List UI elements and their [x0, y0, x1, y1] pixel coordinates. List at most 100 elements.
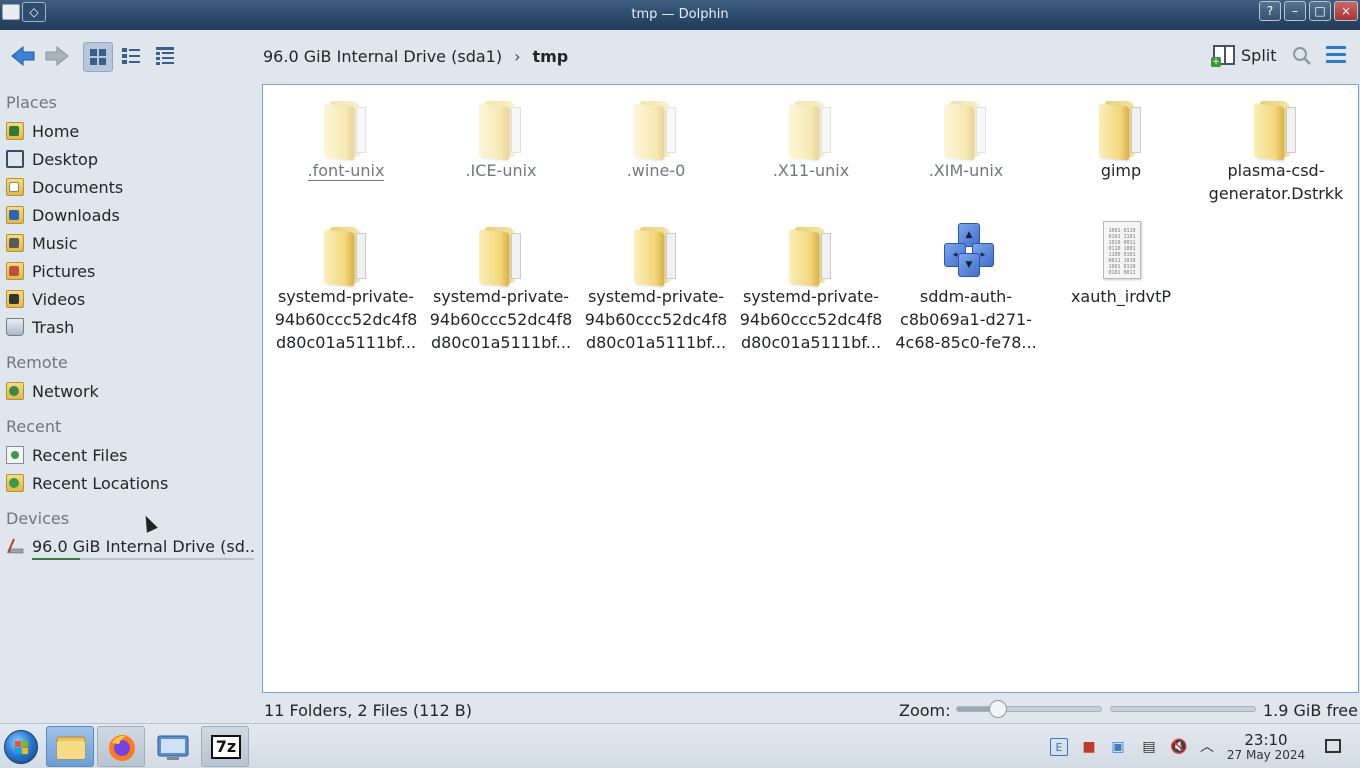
show-desktop-icon[interactable] — [1325, 739, 1341, 753]
folder-icon — [630, 93, 682, 161]
hamburger-menu-button[interactable] — [1326, 46, 1346, 64]
sidebar-item-trash[interactable]: Trash — [6, 314, 256, 340]
free-space-label: 1.9 GiB free — [1263, 701, 1358, 720]
folder-item[interactable]: .XIM-unix — [891, 93, 1041, 182]
sidebar-item-network[interactable]: Network — [6, 378, 256, 404]
folder-item[interactable]: systemd-private-94b60ccc52dc4f8d80c01a51… — [426, 219, 576, 354]
sidebar-item-pictures[interactable]: Pictures — [6, 258, 256, 284]
compact-view-icon — [122, 48, 140, 64]
7zip-icon: 7z — [211, 735, 241, 759]
folder-item[interactable]: .ICE-unix — [426, 93, 576, 182]
sidebar-item-desktop[interactable]: Desktop — [6, 146, 256, 172]
sidebar-item-recent-files[interactable]: Recent Files — [6, 442, 256, 468]
sidebar-item-documents[interactable]: Documents — [6, 174, 256, 200]
sidebar-item-internal-drive[interactable]: 96.0 GiB Internal Drive (sd... — [6, 532, 256, 560]
sidebar-item-label: Pictures — [32, 261, 96, 281]
help-button[interactable]: ? — [1259, 1, 1281, 21]
red-app-icon[interactable]: ■ — [1080, 738, 1098, 756]
split-button[interactable]: + Split — [1211, 45, 1276, 67]
breadcrumb-separator-icon[interactable]: › — [514, 47, 520, 66]
folder-item[interactable]: .X11-unix — [736, 93, 886, 182]
taskbar-firefox[interactable] — [97, 726, 145, 767]
devices-heading: Devices — [6, 509, 70, 528]
sidebar-item-home[interactable]: Home — [6, 118, 256, 144]
zoom-label: Zoom: — [899, 701, 951, 720]
file-item[interactable]: ▲ ◂ ▸ ▼ sddm-auth-c8b069a1-d271-4c68-85c0-fe… — [891, 219, 1041, 354]
places-heading: Places — [6, 93, 57, 112]
music-folder-icon — [6, 234, 24, 252]
taskbar-file-manager[interactable] — [46, 726, 94, 767]
folder-item[interactable]: .font-unix — [271, 93, 421, 182]
forward-button[interactable] — [42, 44, 72, 72]
breadcrumb: 96.0 GiB Internal Drive (sda1) › tmp — [263, 47, 568, 66]
sidebar-item-videos[interactable]: Videos — [6, 286, 256, 312]
volume-muted-icon[interactable]: 🔇 — [1170, 738, 1188, 756]
search-button[interactable] — [1292, 46, 1312, 71]
file-name-label: .wine-0 — [626, 161, 686, 180]
zoom-slider[interactable] — [956, 700, 1102, 718]
downloads-folder-icon — [6, 206, 24, 224]
folder-item[interactable]: .wine-0 — [581, 93, 731, 182]
sidebar-item-label: 96.0 GiB Internal Drive (sd... — [32, 536, 256, 556]
status-summary: 11 Folders, 2 Files (112 B) — [264, 701, 472, 720]
firefox-icon — [109, 735, 135, 761]
breadcrumb-current[interactable]: tmp — [532, 47, 568, 66]
sidebar-item-label: Recent Files — [32, 445, 128, 465]
zoom-slider-handle[interactable] — [988, 700, 1007, 718]
icons-view-icon — [90, 49, 106, 65]
file-view[interactable]: .font-unix .ICE-unix .wine-0 .X11-unix .XIM-… — [262, 84, 1359, 693]
network-folder-icon — [6, 382, 24, 400]
forward-arrow-icon — [45, 45, 69, 67]
compact-view-button[interactable] — [117, 42, 147, 72]
sidebar-item-label: Downloads — [32, 205, 120, 225]
folder-item[interactable]: gimp — [1046, 93, 1196, 182]
taskbar-7zip[interactable]: 7z — [201, 726, 249, 767]
file-item[interactable]: 1001 0110 0101 1101 1010 0011 0110 1001 1100… — [1046, 219, 1196, 308]
e-icon[interactable]: E — [1050, 738, 1068, 756]
breadcrumb-drive[interactable]: 96.0 GiB Internal Drive (sda1) — [263, 47, 502, 66]
icons-view-button[interactable] — [83, 42, 113, 72]
file-name-label: .font-unix — [307, 161, 385, 181]
status-bar: 11 Folders, 2 Files (112 B) Zoom: 1.9 Gi… — [0, 697, 1360, 723]
sidebar-item-label: Trash — [32, 317, 75, 337]
minimize-button[interactable]: – — [1284, 1, 1306, 21]
sidebar-item-recent-locations[interactable]: Recent Locations — [6, 470, 256, 496]
folder-item[interactable]: plasma-csd-generator.Dstrkk — [1201, 93, 1351, 205]
up-chevron-icon[interactable]: ︿ — [1198, 738, 1216, 756]
clock-date: 27 May 2024 — [1226, 748, 1306, 762]
file-name-label: .ICE-unix — [465, 161, 537, 180]
folder-item[interactable]: systemd-private-94b60ccc52dc4f8d80c01a51… — [736, 219, 886, 354]
file-name-label: systemd-private-94b60ccc52dc4f8d80c01a51… — [584, 287, 728, 352]
folder-item[interactable]: systemd-private-94b60ccc52dc4f8d80c01a51… — [581, 219, 731, 354]
split-view-icon: + — [1211, 45, 1235, 67]
start-menu-button[interactable] — [4, 730, 38, 764]
clipboard-icon[interactable]: ▣ — [1109, 738, 1127, 756]
clock[interactable]: 23:10 27 May 2024 — [1226, 732, 1306, 762]
windows-logo-icon — [15, 741, 28, 754]
file-name-label: .X11-unix — [772, 161, 850, 180]
close-button[interactable]: × — [1334, 1, 1358, 21]
taskbar: 7z E ■ ▣ ▤ 🔇 ︿ 23:10 27 May 2024 — [0, 723, 1360, 768]
hamburger-icon — [1326, 46, 1346, 49]
places-panel: Places Home Desktop Documents Downloads … — [0, 86, 262, 696]
folder-item[interactable]: systemd-private-94b60ccc52dc4f8d80c01a51… — [271, 219, 421, 354]
free-space-bar[interactable] — [1110, 706, 1256, 712]
details-view-icon — [156, 47, 174, 65]
pictures-folder-icon — [6, 262, 24, 280]
videos-folder-icon — [6, 290, 24, 308]
sidebar-item-downloads[interactable]: Downloads — [6, 202, 256, 228]
drive-usage-bar — [32, 558, 254, 560]
details-view-button[interactable] — [151, 42, 181, 72]
sidebar-item-label: Home — [32, 121, 80, 141]
taskbar-system-settings[interactable] — [149, 726, 197, 767]
battery-icon[interactable]: ▤ — [1140, 738, 1158, 756]
back-button[interactable] — [8, 44, 38, 72]
sidebar-item-music[interactable]: Music — [6, 230, 256, 256]
folder-icon — [630, 219, 682, 287]
remote-heading: Remote — [6, 353, 68, 372]
file-name-label: sddm-auth-c8b069a1-d271-4c68-85c0-fe78..… — [895, 287, 1037, 352]
toolbar: 96.0 GiB Internal Drive (sda1) › tmp + S… — [0, 30, 1360, 84]
folder-icon — [1250, 93, 1302, 161]
maximize-button[interactable]: □ — [1309, 1, 1331, 21]
sidebar-item-label: Music — [32, 233, 78, 253]
